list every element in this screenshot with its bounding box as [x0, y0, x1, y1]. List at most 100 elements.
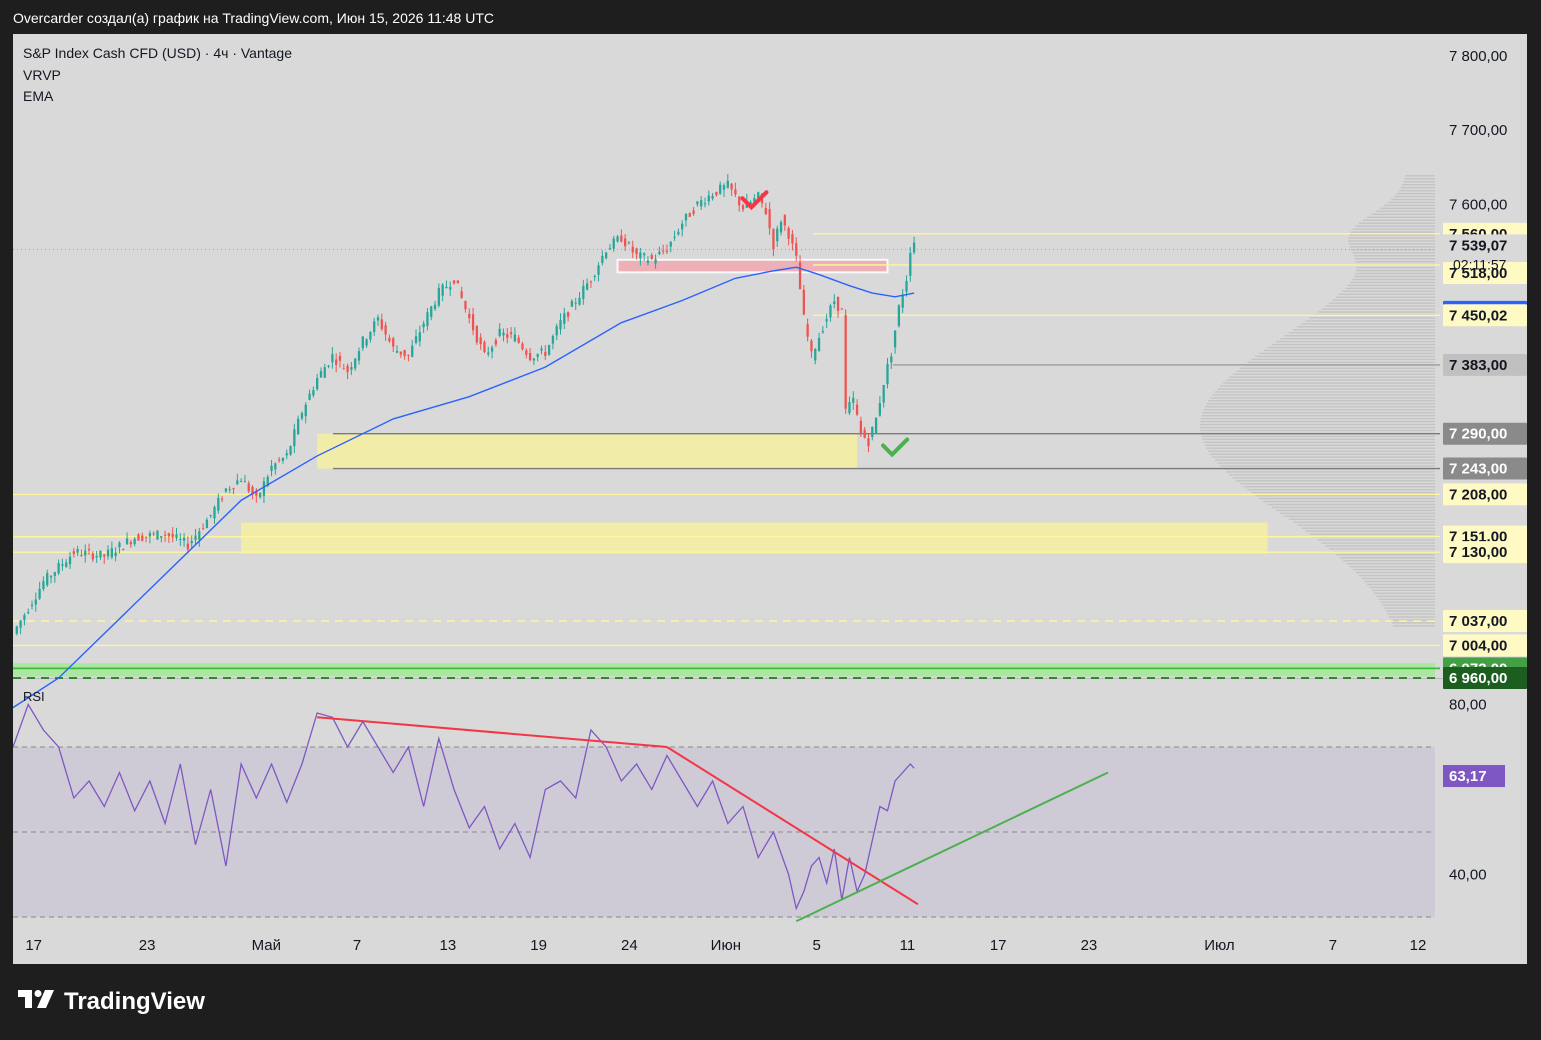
candle-body	[148, 533, 152, 537]
candle-body	[772, 229, 775, 250]
candle-body	[361, 336, 364, 349]
volume-profile-bar	[1361, 577, 1435, 580]
volume-profile-bar	[1366, 583, 1435, 586]
candle-body	[373, 321, 376, 333]
chart-canvas[interactable]: RSI 7 800,00 7 700,00 7 600,00 80,00 40,00 7 5…	[13, 34, 1527, 964]
candle-body	[795, 243, 798, 256]
candle-body	[175, 534, 178, 538]
candle-body	[144, 536, 148, 538]
candle-body	[198, 531, 201, 540]
candle-body	[110, 548, 113, 558]
volume-profile-bar	[1220, 385, 1435, 387]
candle-body	[228, 489, 231, 491]
candle-body	[278, 459, 281, 461]
candle-body	[72, 551, 75, 554]
volume-profile-bar	[1345, 287, 1435, 290]
candle	[844, 309, 847, 414]
candle-body	[681, 223, 684, 230]
candle-body	[46, 573, 49, 586]
countdown-label: 02:11:57	[1453, 256, 1507, 272]
candle-body	[833, 301, 836, 305]
volume-profile-bar	[1329, 548, 1435, 550]
volume-profile-bar	[1292, 521, 1435, 523]
candle	[897, 304, 901, 328]
candle-body	[190, 540, 193, 544]
volume-profile-bar	[1355, 225, 1435, 227]
ema-legend[interactable]: EMA	[23, 88, 53, 104]
volume-profile-bar	[1267, 503, 1435, 506]
candle-body	[114, 552, 117, 557]
candle-body	[487, 352, 490, 355]
volume-profile-bar	[1276, 340, 1435, 343]
candle-body	[152, 533, 155, 535]
candle-body	[658, 251, 661, 255]
time-tick-label: 23	[1081, 937, 1098, 954]
candle-body	[483, 341, 486, 352]
volume-profile-bar	[1352, 252, 1435, 254]
candle-body	[160, 536, 163, 538]
candle-body	[418, 332, 421, 342]
candle-body	[179, 538, 182, 540]
candle-body	[122, 549, 125, 551]
candle-body	[399, 351, 402, 355]
candle-body	[274, 463, 277, 470]
candle-body	[555, 326, 558, 336]
candle-body	[502, 332, 505, 336]
candle-body	[411, 345, 414, 357]
candle-body	[631, 246, 634, 253]
volume-profile-bar	[1214, 459, 1435, 461]
volume-profile-bar	[1203, 441, 1435, 444]
candle-body	[186, 543, 190, 550]
candle-body	[806, 324, 809, 337]
volume-profile-bar	[1364, 580, 1435, 583]
candle-body	[171, 533, 174, 538]
candle-body	[836, 296, 840, 311]
price-label-11: 7 037,00	[1449, 613, 1507, 630]
candle-body	[825, 319, 828, 322]
candle-body	[297, 418, 300, 435]
candle-body	[68, 556, 72, 565]
volume-profile-bar	[1355, 260, 1435, 263]
candle-body	[719, 184, 722, 194]
volume-profile-bar	[1346, 563, 1435, 565]
volume-profile-bar	[1362, 219, 1435, 221]
volume-profile-bar	[1305, 530, 1435, 532]
candle	[483, 340, 486, 354]
candle-body	[91, 553, 94, 560]
candle-body	[452, 280, 456, 284]
candle-body	[585, 283, 589, 290]
symbol-legend[interactable]: S&P Index Cash CFD (USD) · 4ч · Vantage	[23, 45, 292, 61]
rsi-tick-label: 80,00	[1449, 697, 1487, 714]
candle-body	[392, 338, 395, 347]
volume-profile-bar	[1201, 435, 1435, 438]
candle-body	[650, 255, 653, 260]
candle-body	[239, 481, 243, 483]
volume-profile-bar	[1389, 616, 1435, 618]
candle-body	[414, 336, 418, 343]
candle-body	[53, 572, 56, 576]
candle-body	[604, 252, 608, 259]
vrvp-legend[interactable]: VRVP	[23, 67, 61, 83]
volume-profile-bar	[1259, 352, 1435, 355]
candle-body	[323, 367, 326, 378]
price-tick-label: 7 600,00	[1449, 196, 1507, 213]
candle-body	[407, 354, 410, 356]
volume-profile-bar	[1217, 388, 1435, 390]
volume-profile-bar	[1229, 376, 1435, 378]
volume-profile-bar	[1210, 397, 1435, 399]
candle-body	[316, 377, 319, 390]
candle-body	[734, 189, 737, 195]
candle-body	[342, 368, 345, 370]
candle-body	[42, 581, 45, 590]
price-label-14: 6 960,00	[1449, 670, 1507, 687]
candle-body	[388, 337, 391, 342]
candle-body	[867, 438, 870, 447]
candle-body	[901, 295, 904, 308]
candle-body	[855, 404, 859, 415]
candle-body	[99, 550, 102, 558]
rsi-legend: RSI	[23, 689, 45, 704]
candle-body	[532, 358, 536, 361]
volume-profile-bar	[1375, 210, 1435, 213]
volume-profile-bar	[1403, 181, 1435, 183]
candle	[475, 325, 479, 345]
